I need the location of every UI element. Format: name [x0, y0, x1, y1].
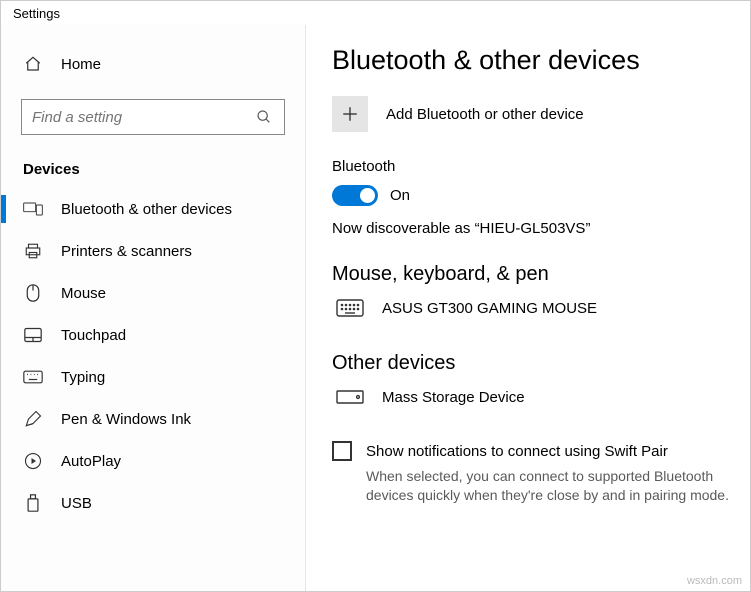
plus-icon — [332, 96, 368, 132]
nav-label: AutoPlay — [61, 453, 121, 470]
home-icon — [23, 54, 43, 74]
bluetooth-label: Bluetooth — [332, 158, 736, 175]
nav-label: USB — [61, 495, 92, 512]
add-device-row[interactable]: Add Bluetooth or other device — [332, 96, 736, 132]
swift-pair-checkbox-row[interactable]: Show notifications to connect using Swif… — [332, 441, 736, 461]
devices-icon — [23, 199, 43, 219]
keyboard-device-icon — [336, 298, 364, 318]
nav-label: Typing — [61, 369, 105, 386]
nav-touchpad[interactable]: Touchpad — [1, 314, 305, 356]
search-icon — [254, 107, 274, 127]
home-button[interactable]: Home — [1, 43, 305, 85]
touchpad-icon — [23, 325, 43, 345]
swift-pair-checkbox[interactable] — [332, 441, 352, 461]
nav-label: Printers & scanners — [61, 243, 192, 260]
printer-icon — [23, 241, 43, 261]
storage-device-icon — [336, 387, 364, 407]
device-mouse[interactable]: ASUS GT300 GAMING MOUSE — [332, 298, 736, 318]
nav-label: Bluetooth & other devices — [61, 201, 232, 218]
pen-icon — [23, 409, 43, 429]
add-device-label: Add Bluetooth or other device — [386, 106, 584, 123]
device-name: ASUS GT300 GAMING MOUSE — [382, 300, 597, 317]
search-input[interactable] — [32, 109, 248, 126]
home-label: Home — [61, 56, 101, 73]
page-title: Bluetooth & other devices — [332, 45, 736, 76]
swift-pair-help: When selected, you can connect to suppor… — [332, 467, 736, 505]
watermark: wsxdn.com — [687, 575, 742, 587]
mouse-icon — [23, 283, 43, 303]
nav-typing[interactable]: Typing — [1, 356, 305, 398]
bluetooth-toggle-row: On — [332, 185, 736, 206]
device-storage[interactable]: Mass Storage Device — [332, 387, 736, 407]
window-title: Settings — [1, 1, 750, 25]
bluetooth-status: Now discoverable as “HIEU-GL503VS” — [332, 220, 736, 237]
search-box[interactable] — [21, 99, 285, 135]
swift-pair-label: Show notifications to connect using Swif… — [366, 443, 668, 460]
keyboard-icon — [23, 367, 43, 387]
autoplay-icon — [23, 451, 43, 471]
nav-pen[interactable]: Pen & Windows Ink — [1, 398, 305, 440]
sidebar: Home Devices Bluetooth & other devices — [1, 25, 306, 591]
bluetooth-toggle-state: On — [390, 187, 410, 204]
nav-bluetooth[interactable]: Bluetooth & other devices — [1, 188, 305, 230]
nav-label: Mouse — [61, 285, 106, 302]
nav-usb[interactable]: USB — [1, 482, 305, 524]
nav-label: Pen & Windows Ink — [61, 411, 191, 428]
main-panel: Bluetooth & other devices Add Bluetooth … — [306, 25, 750, 591]
nav-autoplay[interactable]: AutoPlay — [1, 440, 305, 482]
other-section-title: Other devices — [332, 352, 736, 375]
nav-mouse[interactable]: Mouse — [1, 272, 305, 314]
nav-printers[interactable]: Printers & scanners — [1, 230, 305, 272]
content-area: Home Devices Bluetooth & other devices — [1, 25, 750, 591]
nav-label: Touchpad — [61, 327, 126, 344]
sidebar-section-title: Devices — [1, 153, 305, 188]
usb-icon — [23, 493, 43, 513]
device-name: Mass Storage Device — [382, 389, 525, 406]
mouse-section-title: Mouse, keyboard, & pen — [332, 263, 736, 286]
bluetooth-toggle[interactable] — [332, 185, 378, 206]
